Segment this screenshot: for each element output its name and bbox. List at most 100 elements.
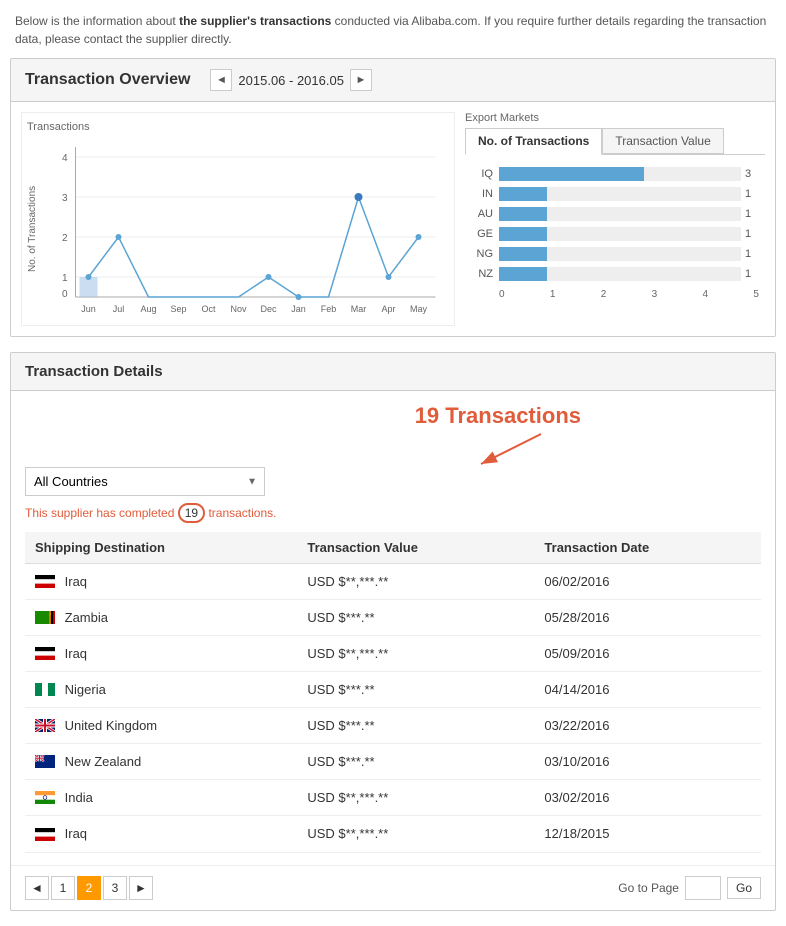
svg-text:May: May: [410, 304, 428, 314]
transaction-date: 03/02/2016: [534, 780, 761, 816]
pagination-row: ◄ 1 2 3 ► Go to Page Go: [11, 865, 775, 910]
flag-iraq: [35, 647, 55, 660]
svg-text:Feb: Feb: [321, 304, 337, 314]
line-chart: 4 3 2 1 0: [42, 137, 449, 320]
transaction-value: USD $***.**: [297, 744, 534, 780]
tab-transactions[interactable]: No. of Transactions: [465, 128, 602, 155]
svg-text:2: 2: [62, 233, 68, 244]
tab-value[interactable]: Transaction Value: [602, 128, 723, 154]
next-period-button[interactable]: ►: [350, 69, 372, 91]
country-name: Iraq: [65, 646, 87, 661]
svg-text:Jun: Jun: [81, 304, 96, 314]
transaction-value: USD $***.**: [297, 708, 534, 744]
transactions-chart-area: Transactions No. of Transactions 4 3 2: [21, 112, 455, 326]
bar-chart-area: IQ 3 IN 1 AU 1 GE: [465, 163, 765, 304]
table-row: Iraq USD $**,***.** 12/18/2015: [25, 816, 761, 852]
details-body: 19 Transactions All Countries This su: [11, 391, 775, 865]
bar-row-ng: NG 1: [471, 247, 759, 261]
goto-input[interactable]: [685, 876, 721, 900]
flag-uk: [35, 719, 55, 732]
prev-page-button[interactable]: ◄: [25, 876, 49, 900]
svg-text:Nov: Nov: [230, 304, 247, 314]
page-1-button[interactable]: 1: [51, 876, 75, 900]
page-buttons: ◄ 1 2 3 ►: [25, 876, 153, 900]
next-page-button[interactable]: ►: [129, 876, 153, 900]
table-row: India USD $**,***.** 03/02/2016: [25, 780, 761, 816]
overview-body: Transactions No. of Transactions 4 3 2: [11, 102, 775, 336]
chart-container: No. of Transactions 4 3 2 1 0: [27, 137, 449, 320]
country-name: Nigeria: [65, 682, 106, 697]
svg-text:4: 4: [62, 153, 68, 164]
svg-text:Oct: Oct: [201, 304, 216, 314]
details-header: Transaction Details: [11, 353, 775, 391]
table-row: New Zealand USD $***.** 03/10/2016: [25, 744, 761, 780]
chart-section-label: Transactions: [27, 121, 449, 133]
transaction-date: 04/14/2016: [534, 672, 761, 708]
svg-text:Jan: Jan: [291, 304, 306, 314]
annotation-arrow: [461, 429, 581, 469]
country-filter-wrapper[interactable]: All Countries: [25, 467, 265, 496]
svg-text:Mar: Mar: [351, 304, 367, 314]
export-markets-title: Export Markets: [465, 112, 765, 124]
line-chart-svg: 4 3 2 1 0: [42, 137, 449, 317]
export-markets-panel: Export Markets No. of Transactions Trans…: [465, 112, 765, 326]
count-value: 19: [178, 503, 205, 523]
country-name: Iraq: [65, 574, 87, 589]
transaction-date: 06/02/2016: [534, 564, 761, 600]
svg-text:3: 3: [62, 193, 68, 204]
export-tabs: No. of Transactions Transaction Value: [465, 128, 765, 155]
col-value: Transaction Value: [297, 532, 534, 564]
table-row: United Kingdom USD $***.** 03/22/2016: [25, 708, 761, 744]
goto-page-area: Go to Page Go: [618, 876, 761, 900]
details-title: Transaction Details: [25, 363, 163, 380]
transaction-value: USD $**,***.**: [297, 816, 534, 852]
svg-text:1: 1: [62, 273, 68, 284]
flag-iraq: [35, 828, 55, 841]
transaction-value: USD $***.**: [297, 600, 534, 636]
date-navigation: ◄ 2015.06 - 2016.05 ►: [210, 69, 372, 91]
goto-label: Go to Page: [618, 881, 679, 895]
country-name: New Zealand: [65, 754, 142, 769]
col-destination: Shipping Destination: [25, 532, 297, 564]
svg-text:Apr: Apr: [381, 304, 395, 314]
flag-nz: [35, 755, 55, 768]
transactions-table: Shipping Destination Transaction Value T…: [25, 532, 761, 853]
transaction-date: 03/10/2016: [534, 744, 761, 780]
country-name: United Kingdom: [65, 718, 158, 733]
table-row: Iraq USD $**,***.** 06/02/2016: [25, 564, 761, 600]
country-name: Iraq: [65, 826, 87, 841]
prev-period-button[interactable]: ◄: [210, 69, 232, 91]
y-axis-label: No. of Transactions: [27, 137, 38, 320]
table-row: Nigeria USD $***.** 04/14/2016: [25, 672, 761, 708]
svg-text:0: 0: [62, 289, 68, 300]
flag-iraq: [35, 575, 55, 588]
bar-row-au: AU 1: [471, 207, 759, 221]
country-name: India: [65, 790, 93, 805]
transaction-date: 12/18/2015: [534, 816, 761, 852]
annotation-area: 19 Transactions: [25, 403, 761, 463]
page-3-button[interactable]: 3: [103, 876, 127, 900]
flag-zambia: [35, 611, 55, 624]
transaction-date: 03/22/2016: [534, 708, 761, 744]
bar-row-ge: GE 1: [471, 227, 759, 241]
col-date: Transaction Date: [534, 532, 761, 564]
flag-nigeria: [35, 683, 55, 696]
intro-text: Below is the information about the suppl…: [0, 0, 786, 58]
transaction-date: 05/09/2016: [534, 636, 761, 672]
goto-button[interactable]: Go: [727, 877, 761, 899]
svg-text:Aug: Aug: [140, 304, 156, 314]
transaction-details-section: Transaction Details 19 Transactions All …: [10, 352, 776, 911]
transaction-value: USD $**,***.**: [297, 564, 534, 600]
svg-text:Jul: Jul: [113, 304, 125, 314]
country-name: Zambia: [65, 610, 108, 625]
annotation-text: 19 Transactions: [415, 403, 581, 429]
svg-text:Dec: Dec: [260, 304, 277, 314]
transaction-value: USD $**,***.**: [297, 780, 534, 816]
transaction-count: This supplier has completed 19 transacti…: [25, 506, 761, 520]
transaction-value: USD $**,***.**: [297, 636, 534, 672]
overview-header: Transaction Overview ◄ 2015.06 - 2016.05…: [11, 59, 775, 102]
page-2-button[interactable]: 2: [77, 876, 101, 900]
filter-row: All Countries: [25, 467, 761, 496]
country-select[interactable]: All Countries: [25, 467, 265, 496]
table-row: Zambia USD $***.** 05/28/2016: [25, 600, 761, 636]
